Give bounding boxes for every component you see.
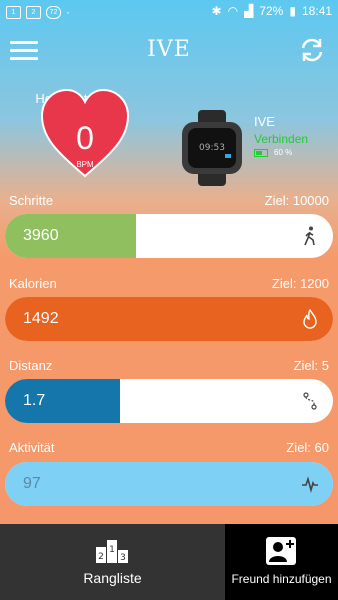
distance-goal: Ziel: 5 xyxy=(293,358,329,373)
calories-value: 1492 xyxy=(23,310,59,327)
route-icon xyxy=(303,392,317,410)
smartwatch-image[interactable]: 09:53 xyxy=(180,110,244,186)
svg-text:1: 1 xyxy=(109,545,115,555)
connect-link[interactable]: Verbinden xyxy=(254,132,308,146)
podium-icon: 2 1 3 xyxy=(96,540,128,563)
heart-rate-value: 0 xyxy=(76,120,94,156)
status-bar: 1 2 72 · ✱ ◠ ▟ 72% ▮ 18:41 xyxy=(0,0,338,24)
device-battery: 60 % xyxy=(254,148,292,157)
battery-icon xyxy=(254,148,268,157)
flame-icon xyxy=(303,309,317,329)
steps-goal: Ziel: 10000 xyxy=(264,193,329,208)
walking-icon xyxy=(304,226,315,246)
dot-icon: · xyxy=(66,5,70,19)
app-header: IVE xyxy=(0,24,338,76)
distance-value: 1.7 xyxy=(23,392,46,409)
signal-icon: ▟ xyxy=(244,4,254,18)
device-battery-percent: 60 % xyxy=(274,148,293,157)
wifi-icon: ◠ xyxy=(227,4,239,18)
activity-goal: Ziel: 60 xyxy=(286,440,329,455)
leaderboard-tab[interactable]: 2 1 3 Rangliste xyxy=(0,524,225,600)
bottom-nav: 2 1 3 Rangliste Freund hinzufügen xyxy=(0,524,338,600)
steps-label: Schritte xyxy=(9,193,54,208)
sim-icon: 1 xyxy=(6,5,21,19)
steps-bar[interactable]: 3960 xyxy=(5,214,333,258)
steps-value: 3960 xyxy=(23,227,59,244)
clock: 18:41 xyxy=(301,4,332,18)
sim-icon: 2 xyxy=(26,5,41,19)
svg-text:2: 2 xyxy=(98,552,104,562)
add-friend-tab[interactable]: Freund hinzufügen xyxy=(225,524,338,600)
distance-label: Distanz xyxy=(9,358,53,373)
distance-bar[interactable]: 1.7 xyxy=(5,379,333,423)
activity-bar[interactable]: 97 xyxy=(5,462,333,506)
add-friend-label: Freund hinzufügen xyxy=(231,572,332,586)
notification-icon: 72 xyxy=(46,5,61,19)
add-user-icon xyxy=(266,537,296,565)
heart-rate-unit: BPM xyxy=(76,160,94,169)
svg-text:09:53: 09:53 xyxy=(199,143,225,153)
calories-bar[interactable]: 1492 xyxy=(5,297,333,341)
sync-icon[interactable] xyxy=(298,36,326,64)
battery-icon: ▮ xyxy=(289,4,296,18)
device-name: IVE xyxy=(254,114,275,129)
svg-text:3: 3 xyxy=(120,553,126,563)
calories-goal: Ziel: 1200 xyxy=(271,276,329,291)
activity-fill xyxy=(5,462,333,506)
app-title: IVE xyxy=(147,37,191,62)
activity-label: Aktivität xyxy=(9,440,55,455)
leaderboard-label: Rangliste xyxy=(83,570,142,586)
activity-value: 97 xyxy=(23,475,41,492)
pulse-icon xyxy=(302,476,318,493)
bluetooth-icon: ✱ xyxy=(211,4,222,18)
battery-percentage: 72% xyxy=(259,4,284,18)
calories-label: Kalorien xyxy=(9,276,57,291)
